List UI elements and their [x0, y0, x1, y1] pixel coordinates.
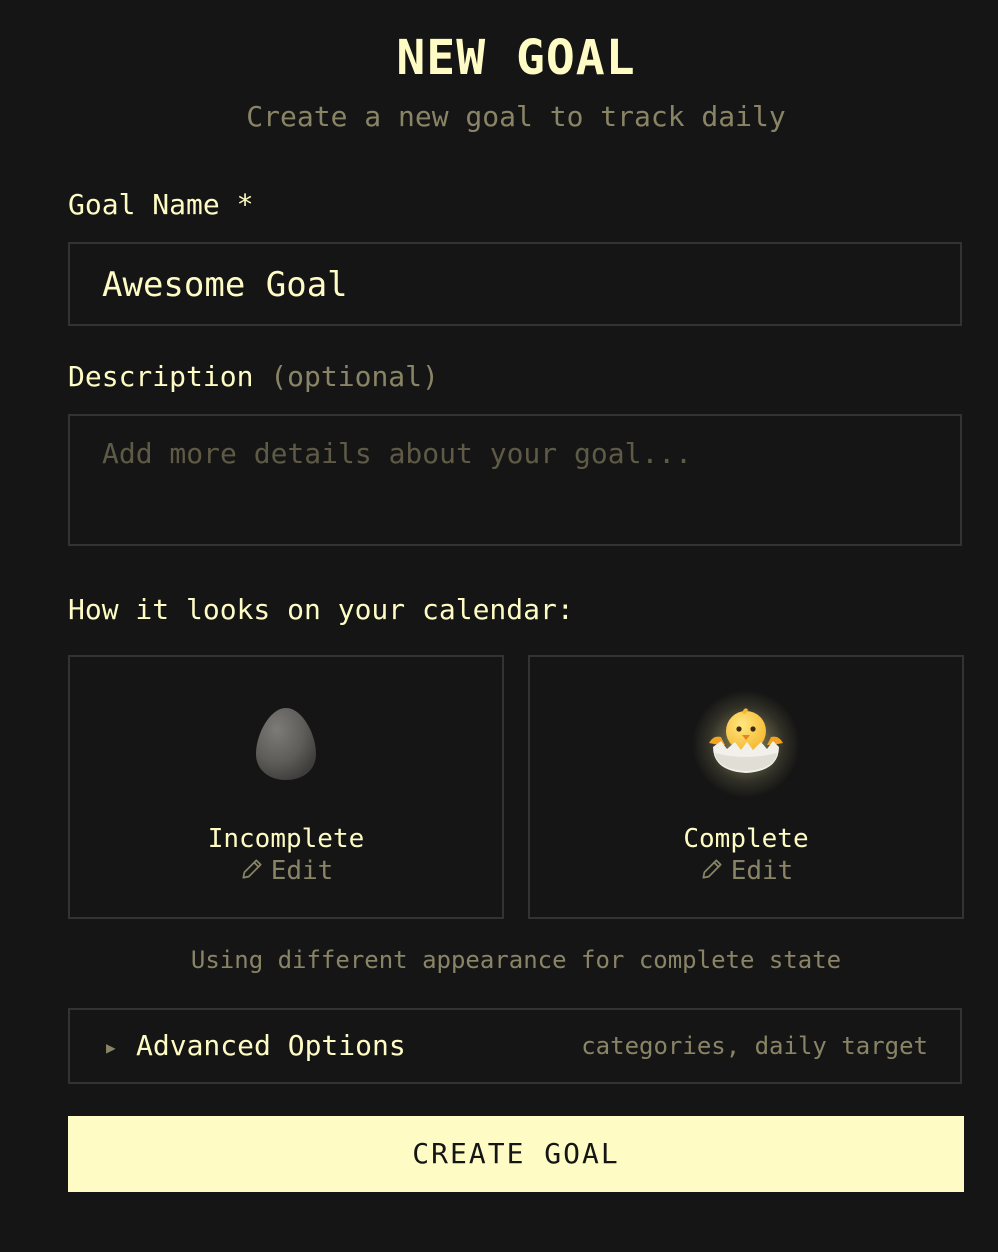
incomplete-edit-link[interactable]: Edit	[70, 855, 502, 887]
goal-name-input[interactable]: Awesome Goal	[68, 242, 962, 326]
page-title: NEW GOAL	[396, 30, 636, 86]
description-optional-hint: (optional)	[270, 360, 439, 393]
appearance-note: Using different appearance for complete …	[190, 946, 842, 974]
advanced-options-toggle[interactable]: ▶ Advanced Options categories, daily tar…	[68, 1008, 962, 1084]
egg-icon	[256, 708, 316, 780]
calendar-preview-heading: How it looks on your calendar:	[68, 593, 574, 626]
advanced-options-hint: categories, daily target	[581, 1032, 928, 1060]
pencil-icon	[242, 859, 262, 879]
complete-icon-wrap	[530, 690, 962, 798]
complete-edit-link[interactable]: Edit	[530, 855, 962, 887]
complete-card[interactable]: Complete Edit	[528, 655, 964, 919]
description-label: Description (optional)	[68, 360, 439, 394]
advanced-options-label: Advanced Options	[136, 1029, 406, 1062]
disclosure-triangle-icon: ▶	[106, 1038, 116, 1057]
hatching-chick-icon	[692, 690, 800, 798]
description-label-text: Description	[68, 360, 254, 393]
complete-state-label: Complete	[683, 824, 809, 854]
create-goal-button[interactable]: CREATE GOAL	[68, 1116, 964, 1192]
page-subtitle: Create a new goal to track daily	[246, 100, 786, 133]
incomplete-card[interactable]: Incomplete Edit	[68, 655, 504, 919]
incomplete-edit-label: Edit	[270, 856, 334, 886]
incomplete-state-label: Incomplete	[207, 824, 365, 854]
incomplete-icon-wrap	[70, 699, 502, 789]
goal-name-value: Awesome Goal	[102, 265, 348, 305]
goal-name-label-text: Goal Name *	[68, 188, 254, 221]
description-placeholder: Add more details about your goal...	[102, 437, 693, 470]
goal-name-label: Goal Name *	[68, 188, 253, 222]
pencil-icon	[702, 859, 722, 879]
complete-edit-label: Edit	[730, 856, 794, 886]
description-input[interactable]: Add more details about your goal...	[68, 414, 962, 546]
